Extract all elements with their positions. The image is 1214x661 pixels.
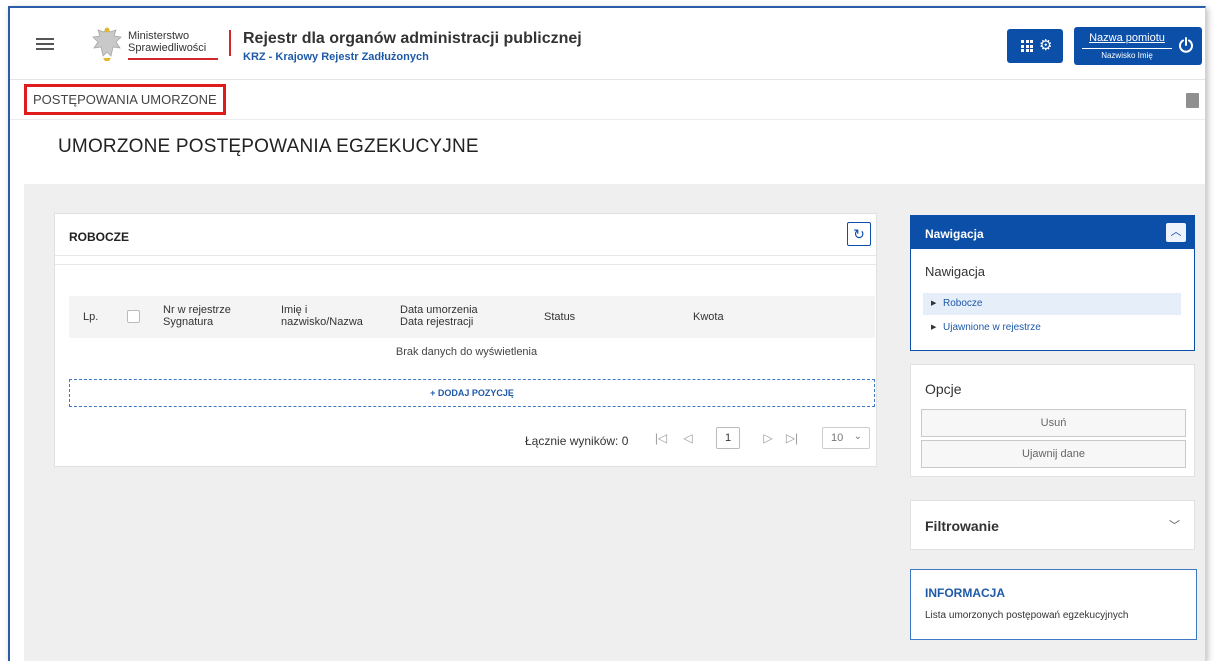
- breadcrumb[interactable]: POSTĘPOWANIA UMORZONE: [24, 84, 226, 115]
- robocze-card-header: ROBOCZE ↻: [55, 214, 876, 256]
- delete-button[interactable]: Usuń: [921, 409, 1186, 437]
- page-number-input[interactable]: 1: [716, 427, 740, 449]
- grid-icon[interactable]: [1021, 40, 1033, 52]
- power-icon[interactable]: [1178, 37, 1194, 53]
- next-page-icon[interactable]: ▷: [760, 428, 776, 448]
- main-content: ROBOCZE ↻ Lp. Nr w rejestrze Sygnatura Im…: [24, 184, 1205, 661]
- first-page-icon[interactable]: |◁: [653, 428, 669, 448]
- navigation-panel-header: Nawigacja ︿: [911, 216, 1194, 249]
- navigation-panel: Nawigacja ︿ Nawigacja ▶ Robocze ▶ Ujawnion…: [910, 215, 1195, 351]
- table-header: Lp. Nr w rejestrze Sygnatura Imię i nazwis…: [69, 296, 875, 338]
- logo-underline: [128, 58, 218, 60]
- info-title: INFORMACJA: [925, 586, 1005, 600]
- col-status: Status: [544, 311, 576, 323]
- pager-total: Łącznie wyników: 0: [525, 434, 629, 448]
- refresh-button[interactable]: ↻: [847, 222, 871, 246]
- ministry-logo-text: Ministerstwo Sprawiedliwości: [128, 30, 207, 54]
- nav-item-robocze[interactable]: ▶ Robocze: [923, 293, 1181, 315]
- user-account-button[interactable]: Nazwa pomiotu Nazwisko Imię: [1074, 27, 1202, 65]
- navigation-subtitle: Nawigacja: [925, 264, 985, 279]
- last-page-icon[interactable]: ▷|: [784, 428, 800, 448]
- user-person-name: Nazwisko Imię: [1082, 48, 1172, 60]
- col-amount: Kwota: [693, 311, 724, 323]
- app-window: Ministerstwo Sprawiedliwości Rejestr dla…: [8, 6, 1206, 661]
- triangle-right-icon: ▶: [931, 300, 937, 307]
- eagle-emblem-icon: [92, 27, 122, 61]
- reveal-data-button[interactable]: Ujawnij dane: [921, 440, 1186, 468]
- robocze-card: ROBOCZE ↻ Lp. Nr w rejestrze Sygnatura Im…: [54, 213, 877, 467]
- user-entity-name[interactable]: Nazwa pomiotu: [1082, 32, 1172, 44]
- filter-title: Filtrowanie: [925, 518, 999, 534]
- col-lp: Lp.: [83, 311, 99, 323]
- tools-button-group[interactable]: ⚙: [1007, 29, 1063, 63]
- notebook-icon[interactable]: [1186, 93, 1199, 108]
- app-title: Rejestr dla organów administracji public…: [243, 30, 582, 47]
- col-nr: Nr w rejestrze Sygnatura: [163, 304, 231, 328]
- top-header: Ministerstwo Sprawiedliwości Rejestr dla…: [10, 8, 1205, 80]
- options-title: Opcje: [925, 381, 962, 397]
- prev-page-icon[interactable]: ◁: [680, 428, 696, 448]
- page-size-select[interactable]: 10 ⌄: [822, 427, 870, 449]
- nav-item-ujawnione[interactable]: ▶ Ujawnione w rejestrze: [923, 317, 1181, 339]
- col-date: Data umorzenia Data rejestracji: [400, 304, 478, 328]
- gear-icon[interactable]: ⚙: [1039, 38, 1052, 53]
- info-panel: INFORMACJA Lista umorzonych postępowań e…: [910, 569, 1197, 640]
- chevron-up-icon[interactable]: ︿: [1166, 223, 1186, 242]
- options-panel: Opcje Usuń Ujawnij dane: [910, 364, 1195, 477]
- navigation-header-title: Nawigacja: [925, 227, 984, 241]
- menu-icon[interactable]: [36, 38, 54, 50]
- table-container: [55, 264, 876, 468]
- chevron-down-icon[interactable]: ﹀: [1169, 517, 1180, 533]
- no-data-message: Brak danych do wyświetlenia: [395, 346, 538, 358]
- chevron-down-icon: ⌄: [853, 431, 862, 442]
- logo-divider: [229, 30, 231, 56]
- breadcrumb-bar: POSTĘPOWANIA UMORZONE: [10, 80, 1205, 120]
- robocze-title: ROBOCZE: [69, 230, 129, 244]
- page-title: UMORZONE POSTĘPOWANIA EGZEKUCYJNE: [58, 136, 479, 157]
- app-subtitle: KRZ - Krajowy Rejestr Zadłużonych: [243, 51, 429, 63]
- triangle-right-icon: ▶: [931, 324, 937, 331]
- info-text: Lista umorzonych postępowań egzekucyjnyc…: [925, 610, 1129, 621]
- add-item-button[interactable]: + DODAJ POZYCJĘ: [69, 379, 875, 407]
- select-all-checkbox[interactable]: [127, 310, 140, 323]
- filter-panel[interactable]: Filtrowanie ﹀: [910, 500, 1195, 550]
- col-name: Imię i nazwisko/Nazwa: [281, 304, 363, 328]
